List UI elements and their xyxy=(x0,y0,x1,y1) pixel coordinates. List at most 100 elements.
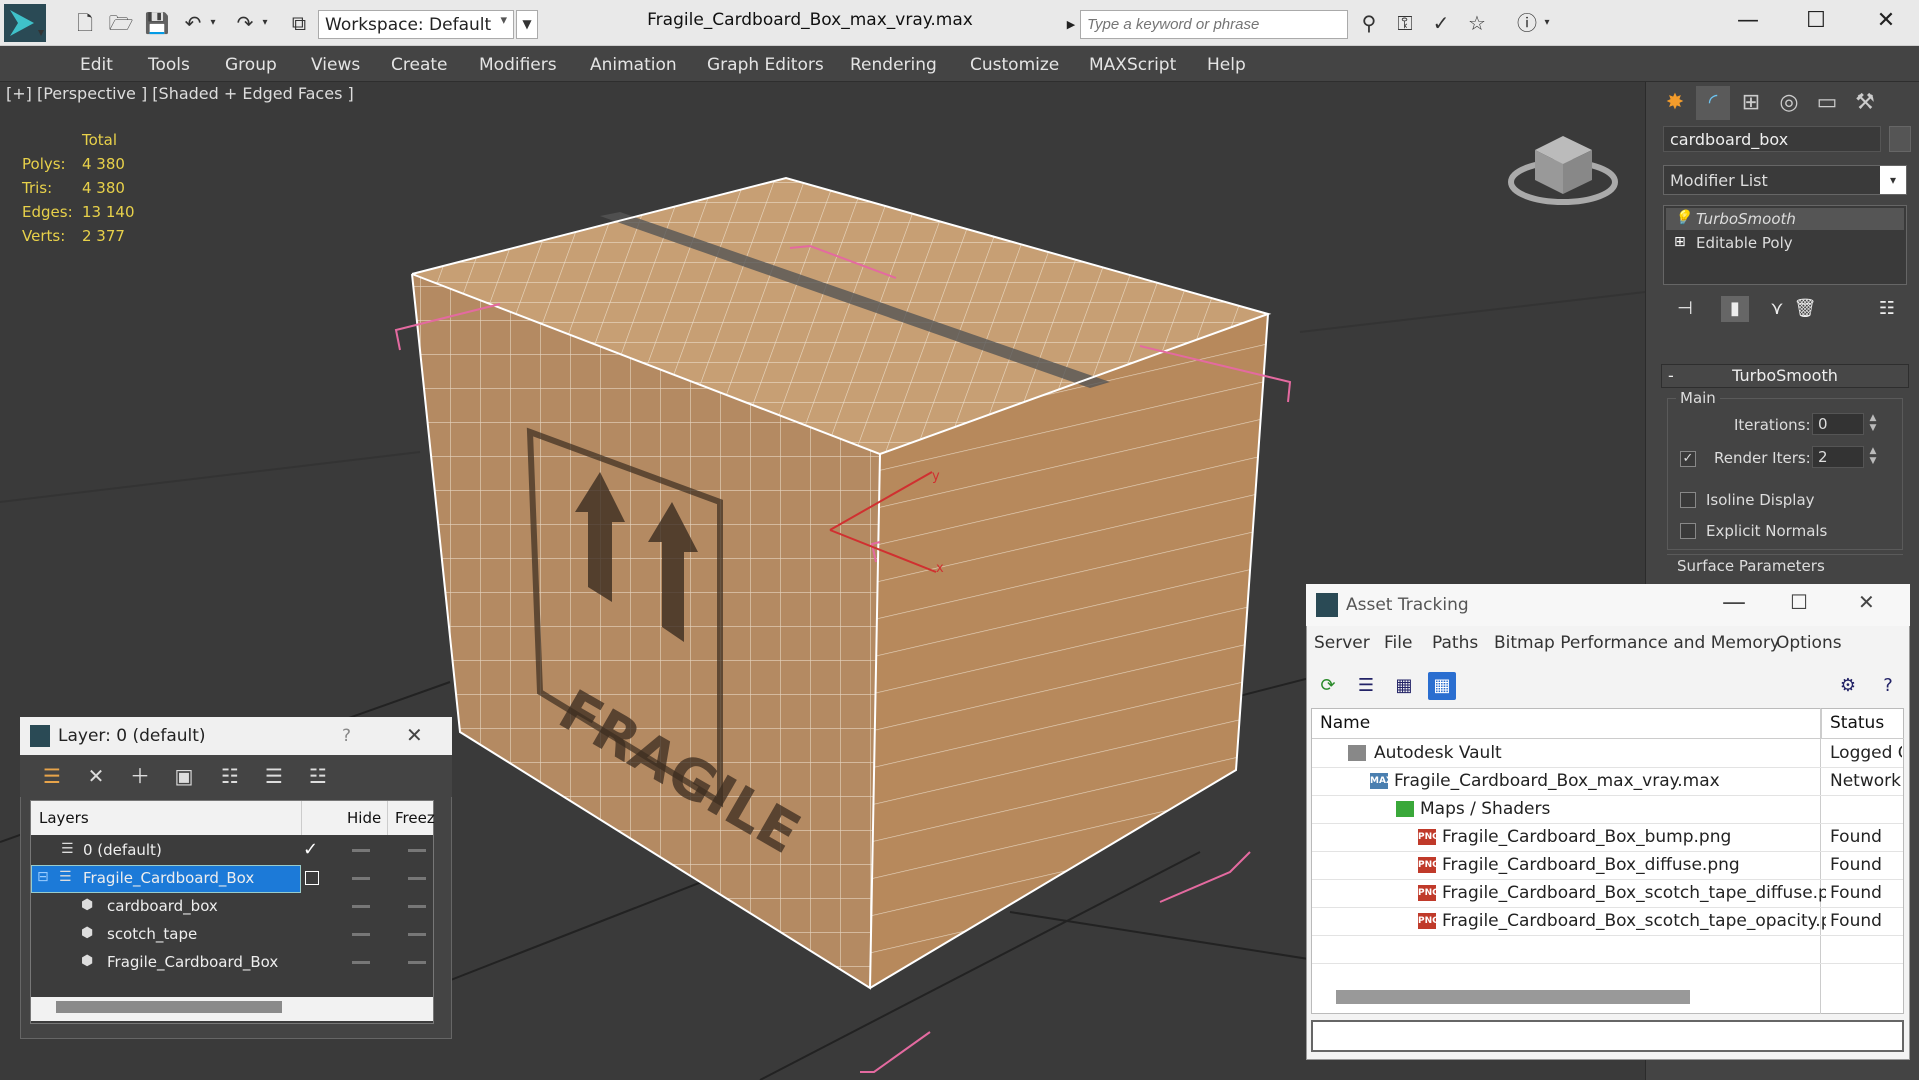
modifier-list-dropdown[interactable]: Modifier List ▾ xyxy=(1663,165,1907,195)
refresh-icon[interactable]: ⟳ xyxy=(1314,672,1342,700)
menu-create[interactable]: Create xyxy=(391,55,448,75)
project-folder-icon[interactable]: ⧉ xyxy=(286,10,312,36)
asset-row[interactable]: Autodesk Vault Logged O xyxy=(1312,740,1903,768)
close-button[interactable]: ✕ xyxy=(1866,6,1906,36)
object-name-field[interactable]: cardboard_box xyxy=(1663,126,1881,152)
explicit-normals-checkbox[interactable] xyxy=(1680,523,1696,539)
menu-modifiers[interactable]: Modifiers xyxy=(479,55,557,75)
search-input[interactable] xyxy=(1080,10,1348,39)
redo-dropdown-icon[interactable]: ▾ xyxy=(258,10,272,36)
vault-help-icon[interactable]: ? xyxy=(1874,672,1902,700)
select-objects-icon[interactable]: ▣ xyxy=(170,763,198,789)
new-layer-icon[interactable]: ☰ xyxy=(38,763,66,789)
modify-tab-icon[interactable]: ◜ xyxy=(1696,86,1730,120)
menu-edit[interactable]: Edit xyxy=(80,55,113,75)
hierarchy-tab-icon[interactable]: ⊞ xyxy=(1734,86,1768,120)
viewport-label[interactable]: [+] [Perspective ] [Shaded + Edged Faces… xyxy=(6,84,354,103)
stack-item-editable-poly[interactable]: ⊞ Editable Poly xyxy=(1666,232,1904,254)
asset-maximize-button[interactable]: ☐ xyxy=(1790,590,1808,614)
binoculars-icon[interactable]: ⚲ xyxy=(1356,10,1382,36)
app-logo-icon[interactable] xyxy=(4,4,46,42)
delete-layer-icon[interactable]: ✕ xyxy=(82,763,110,789)
menu-help[interactable]: Help xyxy=(1207,55,1246,75)
freeze-toggle[interactable] xyxy=(408,933,426,936)
render-iters-spin-arrows-icon[interactable]: ▲ ▼ xyxy=(1866,446,1880,468)
asset-row[interactable]: PNG Fragile_Cardboard_Box_diffuse.png Fo… xyxy=(1312,852,1903,880)
menu-tools[interactable]: Tools xyxy=(148,55,190,75)
object-color-swatch[interactable] xyxy=(1889,126,1911,152)
hide-toggle[interactable] xyxy=(352,905,370,908)
vault-connect-icon[interactable]: ⚙ xyxy=(1834,672,1862,700)
new-file-icon[interactable]: 🗋 xyxy=(72,10,98,36)
undo-dropdown-icon[interactable]: ▾ xyxy=(206,10,220,36)
highlight-layer-icon[interactable]: ☰ xyxy=(260,763,288,789)
open-file-icon[interactable]: 🗁 xyxy=(108,10,134,36)
asset-menu-paths[interactable]: Paths xyxy=(1432,633,1478,653)
make-unique-icon[interactable]: ⋎ xyxy=(1763,296,1791,322)
asset-window-title-bar[interactable]: Asset Tracking — ☐ ✕ xyxy=(1306,584,1910,626)
menu-maxscript[interactable]: MAXScript xyxy=(1089,55,1176,75)
asset-scrollbar-thumb[interactable] xyxy=(1336,990,1690,1004)
star-icon[interactable]: ☆ xyxy=(1464,10,1490,36)
help-dropdown-icon[interactable]: ▾ xyxy=(1540,10,1554,36)
turbosmooth-rollout-header[interactable]: - TurboSmooth xyxy=(1661,364,1909,388)
asset-menu-file[interactable]: File xyxy=(1384,633,1412,653)
render-iters-checkbox[interactable]: ✓ xyxy=(1680,451,1696,467)
layer-object-row[interactable]: ⬢ Fragile_Cardboard_Box xyxy=(31,949,433,977)
asset-minimize-button[interactable]: — xyxy=(1722,588,1746,616)
freeze-toggle[interactable] xyxy=(408,877,426,880)
utilities-tab-icon[interactable]: ⚒ xyxy=(1848,86,1882,120)
maximize-button[interactable]: ☐ xyxy=(1796,6,1836,36)
hide-toggle[interactable] xyxy=(352,961,370,964)
menu-group[interactable]: Group xyxy=(225,55,277,75)
asset-close-button[interactable]: ✕ xyxy=(1858,590,1875,614)
column-hide[interactable]: Hide xyxy=(347,809,381,827)
menu-customize[interactable]: Customize xyxy=(970,55,1059,75)
select-layer-icon[interactable]: ☷ xyxy=(216,763,244,789)
redo-icon[interactable]: ↷ xyxy=(232,10,258,36)
search-expand-icon[interactable]: ▶ xyxy=(1062,10,1080,39)
undo-icon[interactable]: ↶ xyxy=(180,10,206,36)
freeze-toggle[interactable] xyxy=(408,961,426,964)
hide-toggle[interactable] xyxy=(352,877,370,880)
show-end-result-icon[interactable]: ▮ xyxy=(1721,296,1749,322)
asset-row[interactable]: Maps / Shaders xyxy=(1312,796,1903,824)
asset-row[interactable]: PNG Fragile_Cardboard_Box_scotch_tape_di… xyxy=(1312,880,1903,908)
freeze-toggle[interactable] xyxy=(408,905,426,908)
asset-path-input[interactable] xyxy=(1311,1020,1904,1052)
layer-row-selected[interactable]: ⊟ ☰ Fragile_Cardboard_Box xyxy=(31,865,433,893)
lightbulb-icon[interactable]: 💡 xyxy=(1674,210,1691,226)
help-button[interactable]: ? xyxy=(342,726,351,746)
menu-views[interactable]: Views xyxy=(311,55,360,75)
asset-menu-server[interactable]: Server xyxy=(1314,633,1370,653)
help-icon[interactable]: ⓘ xyxy=(1514,10,1540,36)
asset-row[interactable]: PNG Fragile_Cardboard_Box_bump.png Found xyxy=(1312,824,1903,852)
column-layers[interactable]: Layers xyxy=(39,809,89,827)
set-active-layer-icon[interactable] xyxy=(305,871,319,885)
expand-plus-icon[interactable]: ⊞ xyxy=(1674,234,1686,250)
menu-rendering[interactable]: Rendering xyxy=(850,55,937,75)
layer-window-close-button[interactable]: ✕ xyxy=(406,723,423,747)
workspace-dropdown[interactable]: Workspace: Default ▾ xyxy=(318,10,514,39)
table-view-icon[interactable]: ▦ xyxy=(1428,672,1456,700)
column-status[interactable]: Status xyxy=(1821,709,1904,739)
remove-modifier-icon[interactable]: 🗑 xyxy=(1791,296,1819,322)
configure-sets-icon[interactable]: ☷ xyxy=(1873,296,1901,322)
key-icon[interactable]: ⚿ xyxy=(1392,10,1418,36)
hide-toggle[interactable] xyxy=(352,933,370,936)
add-to-layer-icon[interactable]: ＋ xyxy=(126,763,154,789)
layer-object-row[interactable]: ⬢ scotch_tape xyxy=(31,921,433,949)
hide-toggle[interactable] xyxy=(352,849,370,852)
layer-object-row[interactable]: ⬢ cardboard_box xyxy=(31,893,433,921)
collapse-icon[interactable]: ⊟ xyxy=(37,869,49,885)
asset-row[interactable]: PNG Fragile_Cardboard_Box_scotch_tape_op… xyxy=(1312,908,1903,936)
save-icon[interactable]: 💾 xyxy=(144,10,170,36)
signin-icon[interactable]: ✓ xyxy=(1428,10,1454,36)
layer-scrollbar-thumb[interactable] xyxy=(56,1001,282,1013)
display-tab-icon[interactable]: ▭ xyxy=(1810,86,1844,120)
viewcube-icon[interactable] xyxy=(1508,136,1618,205)
render-iters-spinner[interactable]: 2 xyxy=(1812,446,1864,468)
workspace-menu-icon[interactable]: ▼ xyxy=(516,10,538,39)
pin-stack-icon[interactable]: ⊣ xyxy=(1671,296,1699,322)
menu-animation[interactable]: Animation xyxy=(590,55,677,75)
